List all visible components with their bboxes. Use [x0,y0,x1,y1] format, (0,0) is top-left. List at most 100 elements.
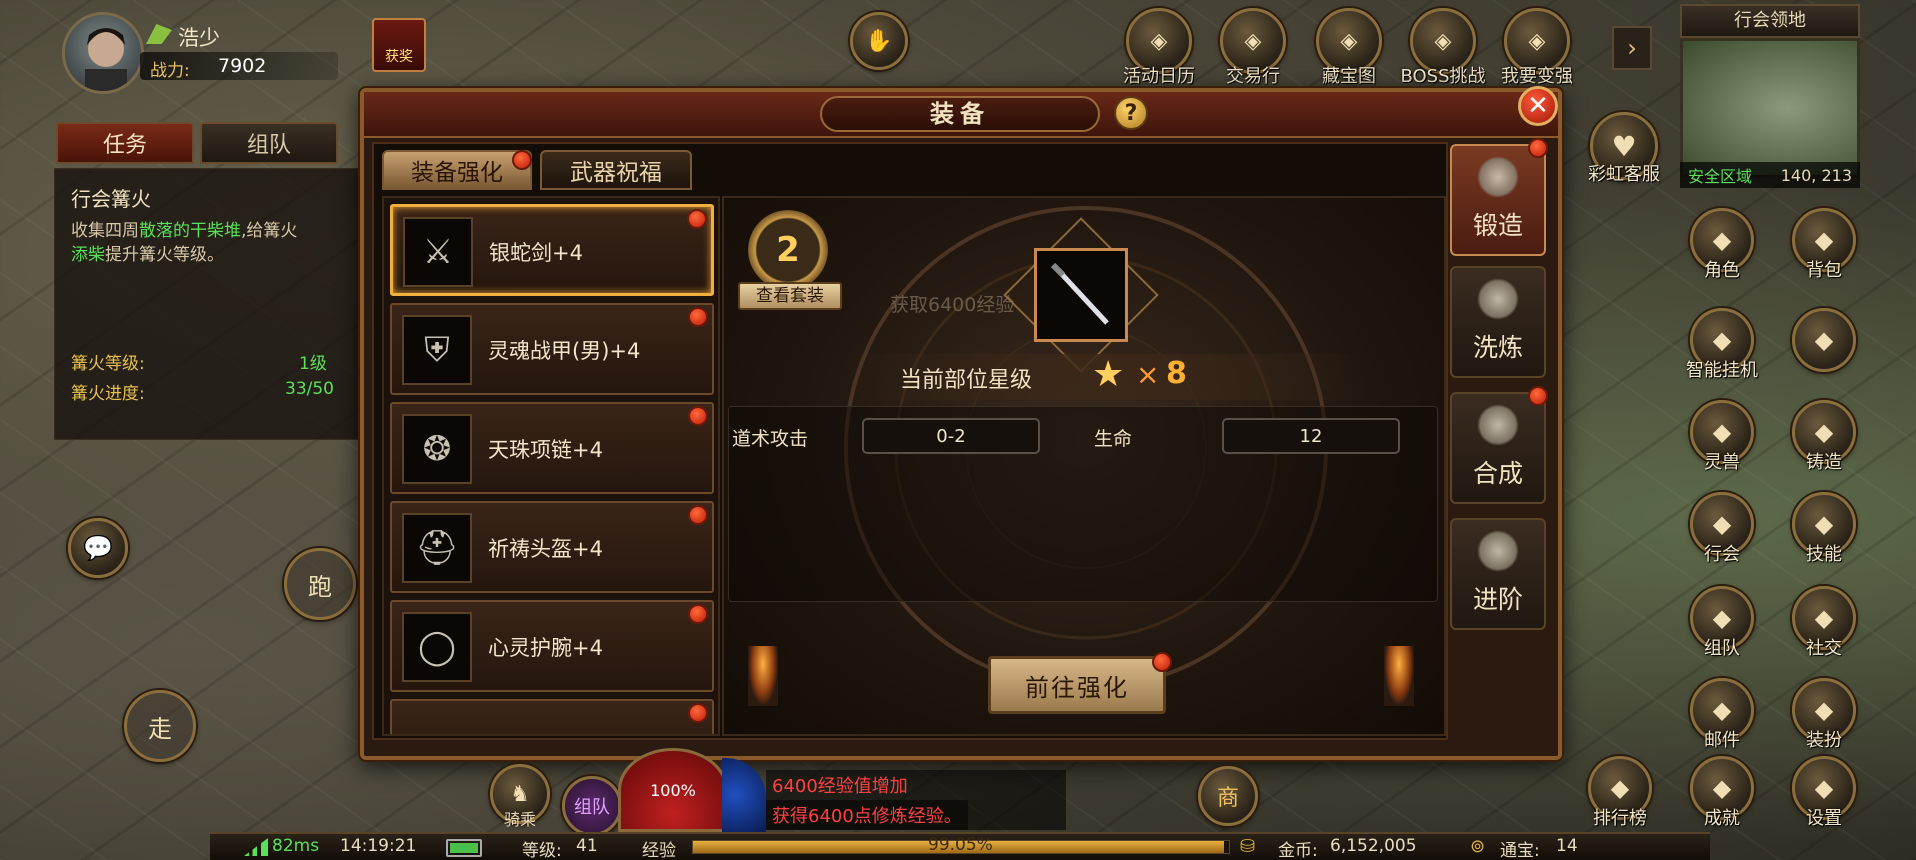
quest-panel[interactable]: 行会篝火 收集四周散落的干柴堆,给篝火 添柴提升篝火等级。 篝火等级: 1级 篝… [54,168,360,440]
equipment-name: 银蛇剑+4 [489,241,583,265]
bonfire-progress-label: 篝火进度: [71,384,145,404]
mount-label: 骑乘 [503,810,536,829]
shop-button[interactable]: 商 [1198,766,1258,826]
right-menu-label: 铸造 [1806,452,1842,473]
cross-swords-icon[interactable]: ◆ [1792,308,1856,372]
player-name: 浩少 [178,26,220,50]
anvil-icon [1477,156,1519,198]
equipment-list-item-partial[interactable] [390,699,714,734]
star-multiplier: × [1136,358,1160,391]
tab-weapon-blessing[interactable]: 武器祝福 [540,150,692,190]
run-button[interactable]: 跑 [284,548,356,620]
side-tab[interactable]: 合成 [1450,392,1546,504]
equipment-name: 心灵护腕+4 [488,636,603,660]
right-menu-label: 设置 [1806,808,1842,829]
top-menu-label: BOSS挑战 [1400,66,1486,87]
battery-icon [446,839,482,857]
right-menu-label: 组队 [1704,638,1740,659]
expand-arrow-icon[interactable]: › [1612,26,1652,70]
torch-right-icon [1384,646,1414,706]
equipment-list-item[interactable]: ⛨ 灵魂战甲(男)+4 [390,303,714,395]
equipment-list-item[interactable]: ◯ 心灵护腕+4 [390,600,714,692]
equipment-list-item[interactable]: ⛑ 祈祷头盔+4 [390,501,714,593]
top-menu-label: 我要变强 [1501,66,1573,87]
bracer-icon: ◯ [402,612,472,682]
refine-icon [1477,278,1519,320]
item-reddot [688,505,708,525]
tab-enhance-reddot [512,150,532,170]
help-icon[interactable]: ? [1114,96,1148,130]
award-button[interactable]: 获奖 [372,18,426,72]
side-tab-label: 洗炼 [1472,333,1523,362]
item-reddot [688,604,708,624]
zone-label: 安全区域 [1688,167,1753,186]
coords-label: 140, 213 [1780,165,1852,185]
merge-icon [1477,404,1519,446]
quest-title: 行会篝火 [71,187,151,211]
equipment-list-item[interactable]: ⚔ 银蛇剑+4 [390,204,714,296]
armor-icon: ⛨ [402,315,472,385]
helmet-icon: ⛑ [402,513,472,583]
go-enhance-button[interactable]: 前往强化 [988,656,1166,714]
hp-orb: 100% [618,748,728,832]
stat-value-hp: 12 [1222,418,1400,454]
bonfire-level-value: 1级 [299,354,327,374]
exp-label: 经验 [642,841,676,860]
torch-left-icon [748,646,778,706]
advance-icon [1477,530,1519,572]
equipment-list-item[interactable]: ❂ 天珠项链+4 [390,402,714,494]
tab-equipment-enhance[interactable]: 装备强化 [382,150,532,190]
set-count-badge[interactable]: 2 [748,210,828,290]
hand-icon[interactable]: ✋ [850,12,908,70]
go-enhance-reddot [1152,652,1172,672]
side-tab[interactable]: 洗炼 [1450,266,1546,378]
star-icon: ★ [1092,354,1125,395]
right-menu-label: 行会 [1704,544,1740,565]
selected-item-slot[interactable] [1034,248,1128,342]
minimap[interactable] [1680,38,1860,178]
item-reddot [688,307,708,327]
right-menu-label: 灵兽 [1704,452,1740,473]
side-tab-label: 合成 [1472,459,1523,488]
side-tab-label: 锻造 [1472,211,1523,240]
message-line-1: 6400经验值增加 [772,776,908,797]
stat-value-taoist-attack: 0-2 [862,418,1040,454]
gold-value: 6,152,005 [1330,836,1417,856]
equipment-list[interactable]: ⚔ 银蛇剑+4 ⛨ 灵魂战甲(男)+4 ❂ 天珠项链+4 ⛑ 祈祷头盔+4 ◯ 心灵护腕+4 [382,196,720,736]
gold-coin-icon: ⛁ [1240,836,1256,857]
exp-percent: 99.05% [928,835,993,855]
message-line-2: 获得6400点修炼经验。 [766,800,968,830]
top-menu-label: 交易行 [1226,66,1280,87]
chat-bubble-icon[interactable]: 💬 [68,518,128,578]
top-menu-label: 藏宝图 [1322,66,1376,87]
equipment-name: 灵魂战甲(男)+4 [488,339,641,363]
ingot-value: 14 [1556,836,1578,856]
side-tab[interactable]: 锻造 [1450,144,1546,256]
right-menu-label: 排行榜 [1593,808,1647,829]
faded-exp-text: 获取6400经验 [890,294,1015,316]
stat-label-hp: 生命 [1094,428,1133,450]
level-value: 41 [576,836,598,856]
side-tab[interactable]: 进阶 [1450,518,1546,630]
walk-button[interactable]: 走 [124,690,196,762]
power-label: 战力: [150,61,190,81]
view-set-button[interactable]: 查看套装 [738,282,842,310]
ping-label: 82ms [272,836,320,856]
side-tab-label: 进阶 [1472,585,1523,614]
right-menu-label: 社交 [1806,638,1842,659]
player-avatar[interactable] [62,12,144,94]
tab-quest[interactable]: 任务 [56,122,194,164]
minimap-title: 行会领地 [1680,4,1860,38]
gold-label: 金币: [1278,841,1318,860]
system-messages: 6400经验值增加 获得6400点修炼经验。 [766,770,1066,830]
team-button[interactable]: 组队 [562,776,622,836]
close-button[interactable]: ✕ [1518,86,1558,126]
right-menu-label: 角色 [1704,260,1740,281]
power-value: 7902 [218,55,267,77]
tab-team[interactable]: 组队 [200,122,338,164]
side-tab-reddot [1528,386,1548,406]
right-menu-label: 智能挂机 [1686,360,1758,381]
right-menu-label: 成就 [1704,808,1740,829]
stat-label-taoist-attack: 道术攻击 [732,428,809,450]
sword-icon: ⚔ [403,217,473,287]
